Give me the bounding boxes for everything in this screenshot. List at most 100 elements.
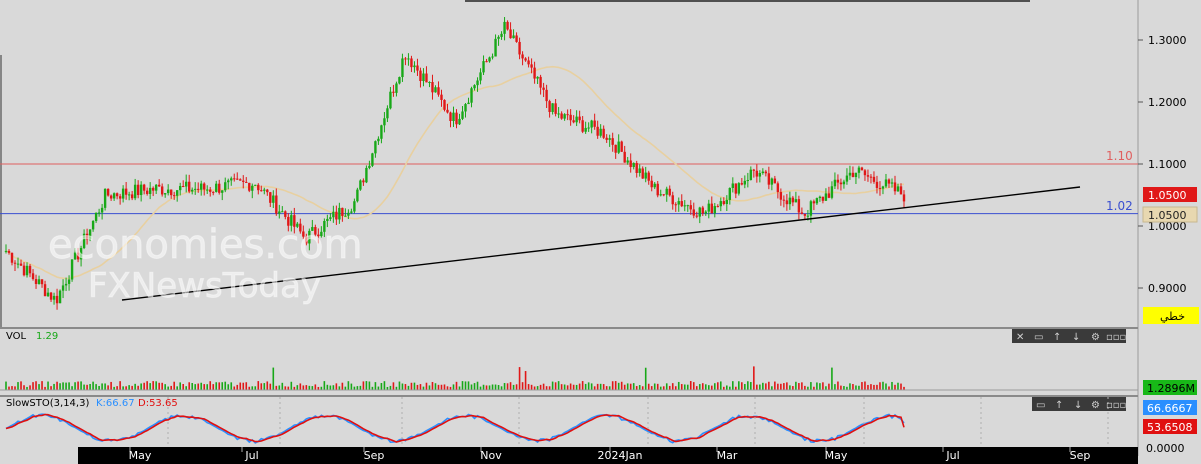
candle-body: [782, 199, 786, 201]
volume-bar: [810, 382, 812, 390]
volume-bar: [726, 385, 728, 390]
stoch-more-icon[interactable]: ▫▫▫: [1106, 400, 1126, 411]
candle-body: [752, 169, 756, 171]
candle-body: [221, 190, 224, 193]
volume-bar: [428, 385, 431, 390]
candle-body: [689, 205, 692, 210]
candle-body: [443, 99, 446, 110]
volume-bar: [674, 386, 677, 390]
volume-settings-icon[interactable]: ⚙: [1091, 332, 1100, 343]
volume-bar: [470, 384, 473, 390]
volume-bar: [816, 382, 818, 390]
volume-close-icon[interactable]: ✕: [1016, 332, 1024, 343]
price-tick-label: 1.2000: [1148, 96, 1187, 109]
stoch-settings-icon[interactable]: ⚙: [1091, 400, 1100, 411]
volume-bar: [704, 384, 707, 390]
candle-body: [272, 195, 275, 203]
volume-bar: [50, 386, 52, 390]
stoch-window-icon[interactable]: ▭: [1036, 400, 1045, 411]
candle-body: [647, 172, 650, 181]
candle-body: [115, 193, 119, 197]
candle-body: [554, 103, 557, 114]
candle-body: [482, 61, 485, 73]
candle-body: [827, 193, 831, 198]
candle-body: [683, 205, 686, 207]
candle-body: [836, 179, 840, 183]
candle-body: [58, 290, 62, 304]
volume-bar: [882, 381, 884, 390]
candle-body: [851, 172, 855, 178]
candle-body: [899, 186, 903, 195]
candle-body: [371, 153, 374, 166]
candle-body: [224, 182, 227, 191]
volume-bar: [647, 383, 650, 390]
volume-bar: [692, 382, 695, 390]
volume-window-icon[interactable]: ▭: [1034, 332, 1043, 343]
candle-body: [380, 125, 383, 139]
volume-bar: [792, 386, 794, 390]
candle-body: [160, 186, 164, 195]
candle-body: [452, 112, 455, 121]
candle-body: [425, 73, 428, 83]
candle-body: [515, 35, 518, 42]
volume-bar: [762, 382, 764, 390]
volume-bar: [635, 386, 638, 390]
volume-bar: [590, 383, 593, 390]
candle-body: [329, 217, 332, 219]
candle-body: [416, 65, 419, 71]
candle-body: [422, 73, 425, 82]
candle-body: [650, 180, 653, 188]
volume-bar: [876, 384, 878, 390]
stoch-down-icon[interactable]: ↓: [1074, 400, 1082, 411]
volume-bar: [425, 382, 428, 390]
volume-bar: [221, 382, 224, 390]
volume-bar: [707, 385, 710, 390]
volume-bar: [281, 382, 284, 390]
volume-bar: [551, 381, 554, 390]
stoch-up-icon[interactable]: ↑: [1055, 400, 1063, 411]
candle-body: [281, 211, 284, 213]
volume-bar: [8, 386, 10, 390]
volume-bar: [644, 367, 647, 390]
x-tick-label: Mar: [717, 449, 738, 462]
chart-canvas: economies.com FXNewsToday 1.3000 1.2000 1.…: [0, 0, 1201, 464]
candle-body: [46, 292, 50, 297]
volume-bar: [218, 382, 221, 390]
volume-bar: [131, 385, 133, 390]
candle-body: [440, 94, 443, 100]
candle-body: [893, 182, 897, 192]
volume-bar: [227, 384, 230, 390]
candle-body: [269, 192, 272, 203]
candle-body: [278, 211, 281, 214]
volume-bar: [527, 384, 530, 390]
candle-body: [28, 265, 32, 274]
candle-body: [37, 279, 41, 285]
volume-bar: [545, 386, 548, 390]
candle-body: [542, 87, 545, 90]
candle-body: [527, 60, 530, 65]
candle-body: [455, 112, 458, 125]
volume-bar: [95, 384, 97, 390]
volume-down-icon[interactable]: ↓: [1072, 332, 1080, 343]
volume-bar: [41, 381, 43, 390]
volume-bar: [338, 386, 341, 390]
volume-bar: [485, 385, 488, 390]
volume-bar: [206, 384, 209, 390]
volume-bar: [608, 386, 611, 390]
volume-bar: [284, 386, 287, 390]
volume-up-icon[interactable]: ↑: [1053, 332, 1061, 343]
candle-body: [94, 212, 98, 222]
volume-bar: [410, 382, 413, 390]
volume-bar: [467, 381, 470, 390]
volume-bar: [509, 382, 512, 390]
candle-body: [773, 178, 777, 184]
volume-bar: [473, 383, 476, 390]
volume-bar: [828, 383, 830, 390]
candle-body: [518, 41, 521, 55]
volume-bar: [680, 384, 683, 390]
candle-body: [350, 211, 353, 213]
candle-body: [680, 201, 683, 207]
volume-more-icon[interactable]: ▫▫▫: [1106, 332, 1126, 343]
candle-body: [620, 141, 623, 152]
volume-bar: [176, 386, 178, 390]
